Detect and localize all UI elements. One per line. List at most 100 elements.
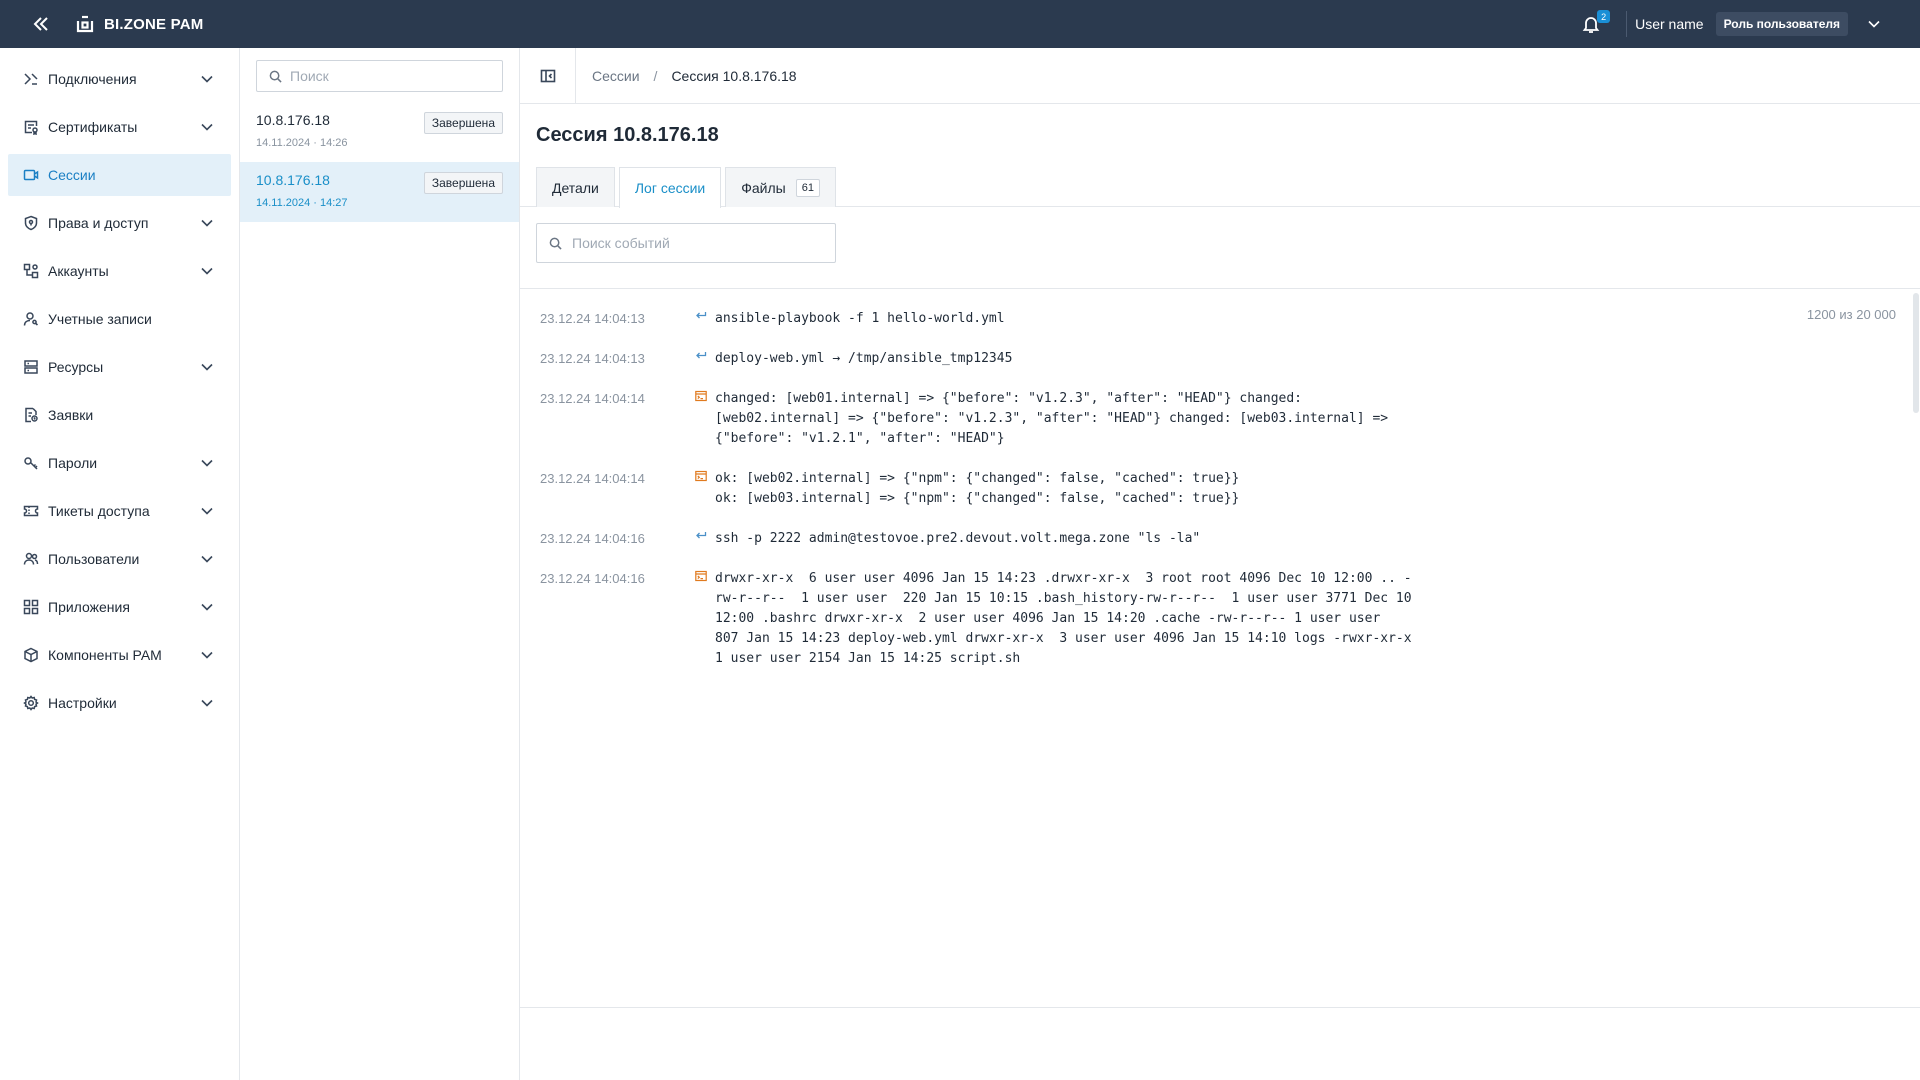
- chevron-down-icon: [199, 695, 215, 711]
- log-timestamp: 23.12.24 14:04:13: [540, 311, 645, 326]
- user-key-icon: [22, 310, 40, 328]
- session-list: 10.8.176.18 14.11.2024 · 14:26 Завершена 10…: [240, 102, 519, 222]
- log-text: ssh -p 2222 admin@testovoe.pre2.devout.v…: [715, 531, 1201, 546]
- terminal-output-icon: [695, 469, 715, 509]
- status-badge: Завершена: [423, 112, 503, 134]
- divider: [1626, 11, 1628, 37]
- log-timestamp: 23.12.24 14:04:14: [540, 471, 645, 486]
- tab-label: Файлы: [741, 179, 786, 196]
- sidebar-item[interactable]: Приложения: [8, 586, 231, 628]
- logo-icon: [76, 15, 94, 33]
- user-menu-toggle[interactable]: [1864, 14, 1884, 34]
- sidebar-item[interactable]: Пароли: [8, 442, 231, 484]
- session-log: 1200 из 20 000 23.12.24 14:04:13 ansible-…: [520, 288, 1920, 1008]
- sidebar-item[interactable]: Учетные записи: [8, 298, 231, 340]
- sidebar-item[interactable]: Тикеты доступа: [8, 490, 231, 532]
- sidebar-item[interactable]: Пользователи: [8, 538, 231, 580]
- collapse-sidebar-button[interactable]: [28, 11, 54, 37]
- tab-session-log[interactable]: Лог сессии: [618, 167, 722, 208]
- shield-icon: [22, 214, 40, 232]
- chevron-down-icon: [199, 215, 215, 231]
- chevron-down-icon: [199, 71, 215, 87]
- search-icon: [549, 237, 562, 250]
- sidebar-item-label: Пароли: [48, 455, 98, 471]
- sidebar-item-label: Права и доступ: [48, 215, 149, 231]
- breadcrumb-current: Сессия 10.8.176.18: [671, 67, 797, 84]
- session-datetime: 14.11.2024 · 14:27: [256, 197, 348, 209]
- key-icon: [22, 454, 40, 472]
- tab-details[interactable]: Детали: [536, 167, 615, 207]
- chevron-down-icon: [1868, 20, 1880, 28]
- tab-count-badge: 61: [795, 178, 820, 197]
- terminal-output-icon: [695, 569, 715, 669]
- sidebar-item[interactable]: Сертификаты: [8, 106, 231, 148]
- sidebar-item-label: Пользователи: [48, 551, 140, 567]
- sidebar-item[interactable]: Настройки: [8, 682, 231, 724]
- video-icon: [22, 166, 40, 184]
- log-text: ansible-playbook -f 1 hello-world.yml: [715, 311, 1005, 326]
- session-list-item[interactable]: 10.8.176.18 14.11.2024 · 14:27 Завершена: [240, 162, 519, 222]
- sidebar-item[interactable]: Подключения: [8, 58, 231, 100]
- chevron-down-icon: [199, 551, 215, 567]
- log-timestamp: 23.12.24 14:04:13: [540, 351, 645, 366]
- chevron-down-icon: [199, 647, 215, 663]
- log-entry[interactable]: 23.12.24 14:04:14 changed: [web01.interna…: [540, 389, 1920, 449]
- scrollbar-thumb[interactable]: [1913, 293, 1919, 413]
- notifications-button[interactable]: 2: [1576, 9, 1611, 39]
- sidebar-item[interactable]: Сессии: [8, 154, 231, 196]
- server-icon: [22, 358, 40, 376]
- command-return-icon: [695, 309, 715, 329]
- gear-icon: [22, 694, 40, 712]
- sidebar-item[interactable]: Аккаунты: [8, 250, 231, 292]
- event-search-input[interactable]: [572, 235, 822, 251]
- user-role-badge: Роль пользователя: [1715, 12, 1848, 36]
- connections-icon: [22, 70, 40, 88]
- sidebar-item[interactable]: Ресурсы: [8, 346, 231, 388]
- apps-icon: [22, 598, 40, 616]
- log-entry[interactable]: 23.12.24 14:04:13 ansible-playbook -f 1 h…: [540, 309, 1920, 329]
- sidebar-item[interactable]: Права и доступ: [8, 202, 231, 244]
- tab-files[interactable]: Файлы 61: [725, 167, 836, 207]
- log-entry[interactable]: 23.12.24 14:04:14 ok: [web02.internal] =>…: [540, 469, 1920, 509]
- log-entry[interactable]: 23.12.24 14:04:16 drwxr-xr-x 6 user user …: [540, 569, 1920, 669]
- breadcrumb-sessions-link[interactable]: Сессии: [592, 68, 640, 84]
- toggle-list-panel-button[interactable]: [520, 47, 576, 104]
- sidebar-item-label: Настройки: [48, 695, 117, 711]
- sidebar-item[interactable]: Компоненты PAM: [8, 634, 231, 676]
- sidebar-item-label: Заявки: [48, 407, 94, 423]
- user-name[interactable]: User name: [1635, 16, 1703, 32]
- log-timestamp: 23.12.24 14:04:14: [540, 391, 645, 406]
- sidebar-item-label: Тикеты доступа: [48, 503, 150, 519]
- ticket-icon: [22, 502, 40, 520]
- session-search-input[interactable]: [290, 68, 490, 84]
- breadcrumb: Сессии / Сессия 10.8.176.18: [592, 68, 797, 84]
- components-icon: [22, 646, 40, 664]
- sidebar-item-label: Сертификаты: [48, 119, 138, 135]
- session-list-item[interactable]: 10.8.176.18 14.11.2024 · 14:26 Завершена: [240, 102, 519, 162]
- log-text: deploy-web.yml → /tmp/ansible_tmp12345: [715, 351, 1013, 366]
- session-list-panel: 10.8.176.1814.11.2024 · 14:26Завершена10…: [240, 48, 520, 1080]
- sidebar-item[interactable]: Заявки: [8, 394, 231, 436]
- chevron-down-icon: [199, 119, 215, 135]
- log-timestamp: 23.12.24 14:04:16: [540, 531, 645, 546]
- log-entry[interactable]: 23.12.24 14:04:13 deploy-web.yml → /tmp/a…: [540, 349, 1920, 369]
- status-badge: Завершена: [423, 172, 503, 194]
- sidebar-item-label: Приложения: [48, 599, 130, 615]
- sidebar-item-label: Компоненты PAM: [48, 647, 162, 663]
- app-logo[interactable]: BI.ZONE PAM: [76, 15, 203, 33]
- terminal-output-icon: [695, 389, 715, 449]
- chevron-down-icon: [199, 455, 215, 471]
- sidebar-item-label: Сессии: [48, 167, 96, 183]
- log-text: changed: [web01.internal] => {"before": …: [715, 391, 1396, 446]
- log-entries: 23.12.24 14:04:13 ansible-playbook -f 1 h…: [520, 289, 1920, 669]
- command-return-icon: [695, 529, 715, 549]
- accounts-icon: [22, 262, 40, 280]
- log-entry[interactable]: 23.12.24 14:04:16 ssh -p 2222 admin@testo…: [540, 529, 1920, 549]
- main-content: Сессии / Сессия 10.8.176.18 Сессия 10.8.…: [520, 47, 1920, 1080]
- tab-label: Лог сессии: [634, 180, 706, 196]
- sidebar-item-label: Аккаунты: [48, 263, 109, 279]
- log-scrollbar[interactable]: [1912, 289, 1920, 1009]
- log-counter: 1200 из 20 000: [1806, 307, 1896, 322]
- event-search[interactable]: [536, 223, 836, 263]
- session-search[interactable]: [256, 60, 503, 92]
